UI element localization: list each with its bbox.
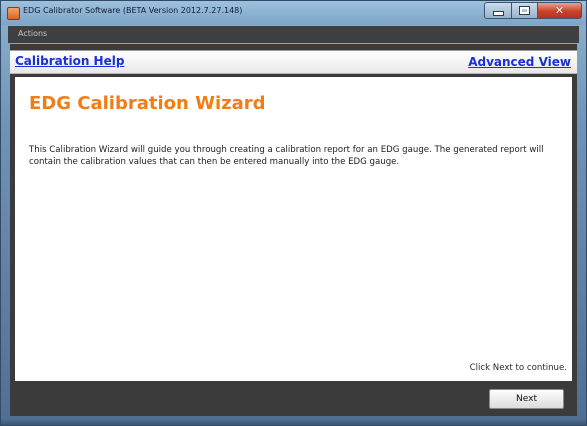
- close-button[interactable]: ✕: [538, 2, 582, 19]
- title-bar[interactable]: EDG Calibrator Software (BETA Version 20…: [1, 1, 586, 25]
- continue-hint: Click Next to continue.: [469, 363, 567, 373]
- window-bottom-edge: [1, 419, 586, 425]
- menu-bar: Actions: [8, 26, 579, 43]
- app-window: EDG Calibrator Software (BETA Version 20…: [0, 0, 587, 426]
- app-icon: [7, 7, 20, 20]
- wizard-content: EDG Calibration Wizard This Calibration …: [15, 77, 572, 381]
- page-title: EDG Calibration Wizard: [29, 93, 266, 114]
- window-title: EDG Calibrator Software (BETA Version 20…: [23, 6, 243, 15]
- caption-buttons: ✕: [484, 2, 582, 20]
- wizard-header: Calibration Help Advanced View: [10, 50, 577, 74]
- wizard-panel: Calibration Help Advanced View EDG Calib…: [10, 44, 577, 416]
- calibration-help-link[interactable]: Calibration Help: [15, 54, 124, 68]
- menu-item-actions[interactable]: Actions: [18, 29, 47, 38]
- close-icon: ✕: [554, 4, 565, 17]
- minimize-button[interactable]: [484, 2, 512, 19]
- minimize-icon: [492, 11, 504, 16]
- intro-text: This Calibration Wizard will guide you t…: [29, 145, 544, 167]
- maximize-button[interactable]: [512, 2, 538, 19]
- maximize-icon: [520, 7, 529, 14]
- advanced-view-link[interactable]: Advanced View: [468, 55, 571, 69]
- next-button[interactable]: Next: [489, 389, 564, 409]
